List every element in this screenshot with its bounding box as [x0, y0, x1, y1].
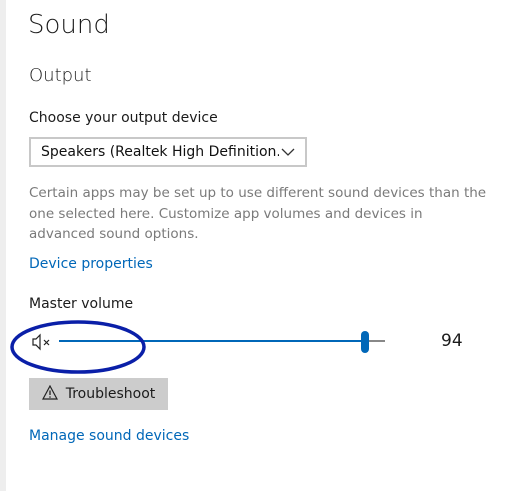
output-device-value: Speakers (Realtek High Definition... [41, 144, 279, 160]
output-device-dropdown[interactable]: Speakers (Realtek High Definition... [29, 137, 307, 167]
volume-value: 94 [441, 331, 463, 351]
output-heading: Output [29, 65, 92, 86]
manage-sound-devices-link[interactable]: Manage sound devices [29, 428, 189, 444]
device-properties-link[interactable]: Device properties [29, 256, 153, 272]
output-description: Certain apps may be set up to use differ… [29, 185, 487, 242]
troubleshoot-label: Troubleshoot [65, 386, 156, 402]
warning-icon [41, 384, 58, 404]
output-device-label: Choose your output device [29, 110, 218, 126]
chevron-down-icon [279, 143, 297, 161]
troubleshoot-button[interactable]: Troubleshoot [29, 378, 168, 410]
page-title: Sound [28, 10, 110, 40]
volume-slider-thumb[interactable] [361, 331, 370, 353]
annotation-ellipse [8, 318, 148, 380]
window-left-edge [0, 0, 6, 491]
master-volume-label: Master volume [29, 296, 134, 312]
